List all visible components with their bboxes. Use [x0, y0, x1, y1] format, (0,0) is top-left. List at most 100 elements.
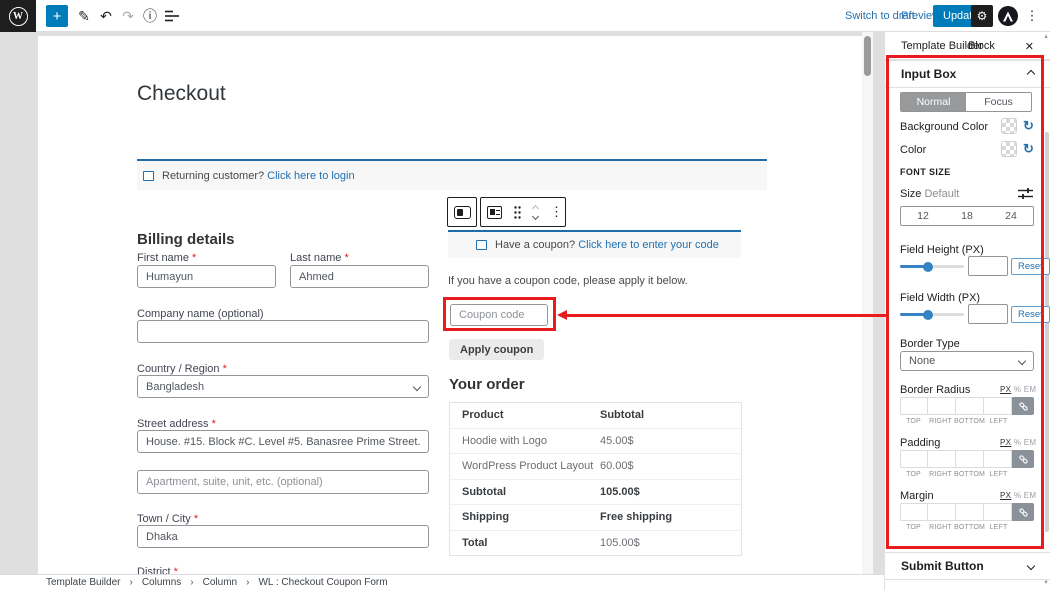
box-input-top[interactable] — [900, 450, 928, 468]
field-width-input[interactable] — [968, 304, 1008, 324]
tab-block[interactable]: Block — [968, 32, 995, 60]
box-input-bottom[interactable] — [956, 397, 984, 415]
unit-percent[interactable]: % — [1014, 491, 1021, 500]
scrollbar-down-arrow[interactable]: ▼ — [1043, 580, 1049, 586]
order-table-header: Product Subtotal — [450, 403, 741, 428]
details-button[interactable]: ⓘ — [140, 0, 160, 32]
slider-thumb[interactable] — [923, 310, 933, 320]
town-city-input[interactable] — [137, 525, 429, 548]
size-value: Default — [924, 188, 959, 200]
breadcrumb-separator: › — [246, 577, 249, 588]
slider-thumb[interactable] — [923, 262, 933, 272]
unit-switcher[interactable]: PX % EM — [1000, 385, 1036, 394]
block-toolbar-actions-group: ⋮ — [480, 197, 566, 227]
side-top: TOP — [900, 471, 927, 478]
field-height-input[interactable] — [968, 256, 1008, 276]
company-input[interactable] — [137, 320, 429, 343]
box-input-right[interactable] — [928, 397, 956, 415]
settings-toggle-button[interactable]: ⚙ — [971, 5, 993, 27]
state-focus-button[interactable]: Focus — [966, 93, 1031, 111]
font-size-18[interactable]: 18 — [945, 207, 989, 225]
font-size-presets: 12 18 24 — [900, 206, 1034, 226]
border-type-select[interactable]: None — [900, 351, 1034, 371]
font-size-12[interactable]: 12 — [901, 207, 945, 225]
wordpress-w-icon: W — [9, 7, 28, 26]
tools-button[interactable]: ✎ — [74, 0, 94, 32]
table-row-subtotal: Subtotal 105.00$ — [450, 479, 741, 505]
breadcrumb-column[interactable]: Column — [203, 577, 237, 588]
sidebar-scrollbar-thumb[interactable] — [1045, 132, 1049, 532]
canvas-scrollbar-thumb[interactable] — [864, 36, 871, 76]
coupon-code-input[interactable] — [450, 304, 548, 326]
close-sidebar-button[interactable]: ✕ — [1025, 32, 1034, 60]
street-label: Street address * — [137, 418, 216, 430]
box-input-right[interactable] — [928, 503, 956, 521]
state-normal-button[interactable]: Normal — [901, 93, 966, 111]
last-name-input[interactable] — [290, 265, 429, 288]
box-input-top[interactable] — [900, 503, 928, 521]
link-values-button[interactable] — [1012, 503, 1034, 521]
apartment-input[interactable] — [137, 470, 429, 494]
reset-color-icon[interactable]: ↻ — [1023, 142, 1034, 155]
first-name-input[interactable] — [137, 265, 276, 288]
color-swatch[interactable] — [1001, 141, 1017, 157]
redo-button[interactable]: ↷ — [118, 0, 138, 32]
font-size-24[interactable]: 24 — [989, 207, 1033, 225]
company-label: Company name (optional) — [137, 308, 264, 320]
options-menu-button[interactable]: ⋮ — [1022, 0, 1042, 32]
unit-px[interactable]: PX — [1000, 491, 1011, 500]
reset-background-color-icon[interactable]: ↻ — [1023, 119, 1034, 132]
box-input-left[interactable] — [984, 397, 1012, 415]
table-row: Hoodie with Logo 45.00$ — [450, 428, 741, 454]
drag-handle[interactable] — [508, 198, 527, 226]
plugin-logo[interactable] — [998, 6, 1018, 26]
country-select[interactable]: Bangladesh — [137, 375, 429, 398]
subtotal-cell: 105.00$ — [600, 486, 741, 498]
unit-em[interactable]: EM — [1024, 491, 1037, 500]
unit-em[interactable]: EM — [1024, 438, 1037, 447]
unit-percent[interactable]: % — [1014, 385, 1021, 394]
panel-submit-button[interactable]: Submit Button — [885, 552, 1050, 580]
unit-percent[interactable]: % — [1014, 438, 1021, 447]
panel-input-box[interactable]: Input Box — [885, 60, 1050, 88]
unit-px[interactable]: PX — [1000, 438, 1011, 447]
link-values-button[interactable] — [1012, 450, 1034, 468]
coupon-enter-link[interactable]: Click here to enter your code — [578, 239, 719, 251]
background-color-swatch[interactable] — [1001, 118, 1017, 134]
size-settings-button[interactable] — [1018, 187, 1033, 205]
block-type-button[interactable] — [448, 198, 477, 226]
unit-px[interactable]: PX — [1000, 385, 1011, 394]
select-parent-button[interactable] — [481, 198, 508, 226]
breadcrumb-template-builder[interactable]: Template Builder — [46, 577, 120, 588]
box-input-right[interactable] — [928, 450, 956, 468]
field-height-reset-button[interactable]: Reset — [1011, 258, 1050, 275]
wordpress-logo[interactable]: W — [0, 0, 36, 32]
box-input-left[interactable] — [984, 450, 1012, 468]
unit-em[interactable]: EM — [1024, 385, 1037, 394]
field-height-slider[interactable] — [900, 261, 964, 271]
box-input-left[interactable] — [984, 503, 1012, 521]
list-view-button[interactable] — [162, 0, 182, 32]
block-mover[interactable] — [527, 198, 544, 226]
unit-switcher[interactable]: PX % EM — [1000, 438, 1036, 447]
street-address-input[interactable] — [137, 430, 429, 453]
block-options-button[interactable]: ⋮ — [544, 198, 569, 226]
col-subtotal: Subtotal — [600, 409, 741, 421]
undo-button[interactable]: ↶ — [96, 0, 116, 32]
breadcrumb: Template Builder › Columns › Column › WL… — [0, 574, 884, 590]
box-input-bottom[interactable] — [956, 503, 984, 521]
apply-coupon-button[interactable]: Apply coupon — [449, 339, 544, 360]
field-width-slider[interactable] — [900, 309, 964, 319]
block-inserter-button[interactable]: + — [46, 5, 68, 27]
breadcrumb-current-block[interactable]: WL : Checkout Coupon Form — [258, 577, 387, 588]
login-link[interactable]: Click here to login — [267, 170, 354, 182]
pencil-icon: ✎ — [78, 8, 90, 25]
scrollbar-up-arrow[interactable]: ▲ — [1043, 34, 1049, 40]
unit-switcher[interactable]: PX % EM — [1000, 491, 1036, 500]
field-width-reset-button[interactable]: Reset — [1011, 306, 1050, 323]
link-values-button[interactable] — [1012, 397, 1034, 415]
breadcrumb-columns[interactable]: Columns — [142, 577, 181, 588]
box-input-bottom[interactable] — [956, 450, 984, 468]
box-input-top[interactable] — [900, 397, 928, 415]
canvas-scrollbar-track[interactable] — [862, 32, 873, 574]
